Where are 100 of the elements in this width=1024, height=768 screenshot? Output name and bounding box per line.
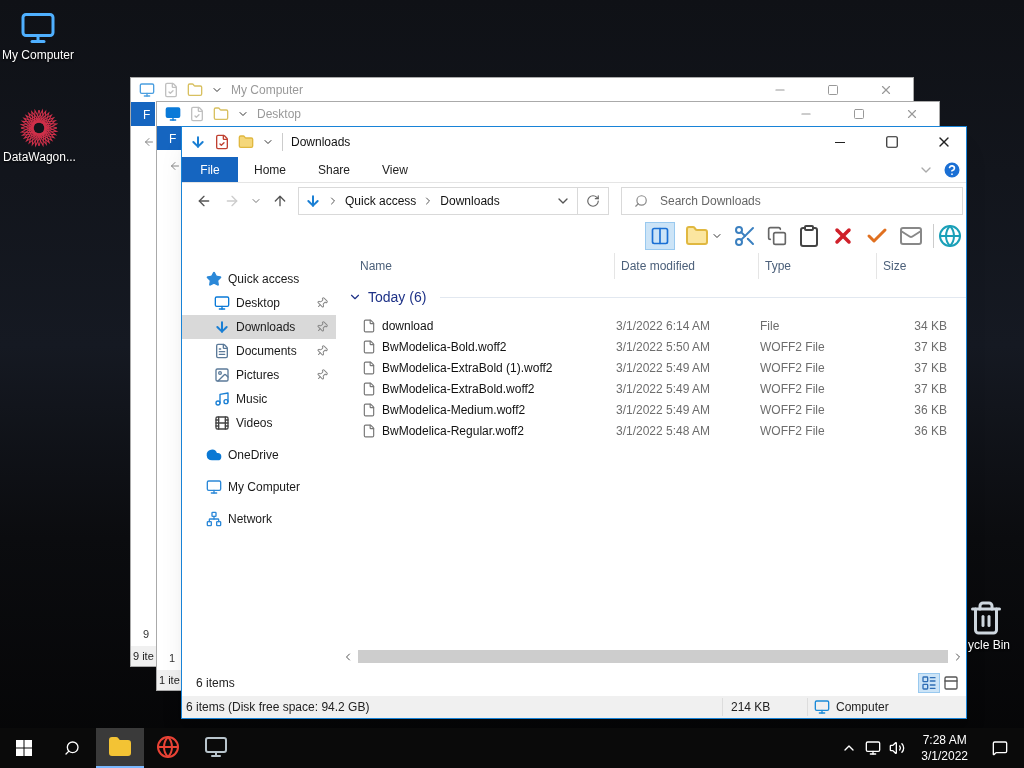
table-cell-text: WOFF2 File: [760, 359, 826, 377]
document-icon: [214, 343, 230, 359]
folder-icon[interactable]: [685, 224, 709, 248]
network-icon: [206, 511, 222, 527]
nav-item[interactable]: Network: [182, 507, 336, 531]
desktop-icon-label[interactable]: DataWagon...: [3, 148, 76, 166]
search-icon: [634, 194, 648, 208]
desktop-icon-label[interactable]: ycle Bin: [968, 636, 1011, 654]
table-cell-text: WOFF2 File: [760, 422, 826, 440]
copy-icon[interactable]: [767, 226, 787, 246]
envelope-icon[interactable]: [899, 224, 923, 248]
window-title: Downloads: [282, 133, 351, 151]
clock[interactable]: 7:28 AM 3/1/2022: [913, 732, 976, 764]
properties-icon[interactable]: [214, 134, 230, 150]
monitor-icon: [139, 82, 155, 98]
table-cell-text: 37 KB: [913, 359, 947, 377]
column-header[interactable]: Date modified: [614, 253, 758, 279]
film-icon: [214, 415, 230, 431]
properties-icon: [163, 82, 179, 98]
notifications-icon[interactable]: [992, 740, 1008, 756]
group-header[interactable]: Today (6): [368, 286, 427, 308]
star-pattern-icon: [19, 108, 60, 148]
item-count: 6 items: [196, 675, 235, 692]
close-icon[interactable]: [905, 107, 919, 121]
desktop-icon-label[interactable]: My Computer: [2, 46, 75, 64]
ribbon-tab[interactable]: Home: [238, 157, 302, 182]
up-icon[interactable]: [272, 193, 288, 209]
partial-tab[interactable]: F: [157, 126, 181, 150]
table-cell-text: 3/1/2022 5:49 AM: [616, 401, 712, 419]
cloud-icon: [206, 447, 222, 463]
nav-item[interactable]: Videos: [182, 411, 336, 435]
cut-icon[interactable]: [733, 224, 757, 248]
nav-item[interactable]: Quick access: [182, 267, 336, 291]
item-count: 1: [169, 650, 176, 666]
table-cell-text: 36 KB: [913, 401, 947, 419]
nav-item[interactable]: Desktop: [182, 291, 336, 315]
table-cell-text: File: [760, 317, 781, 335]
details-view-button[interactable]: [918, 673, 940, 693]
nav-item[interactable]: Music: [182, 387, 336, 411]
time-text: 7:28 AM: [922, 732, 967, 748]
ribbon-tab[interactable]: View: [366, 157, 424, 182]
monitor-icon: [165, 106, 181, 122]
browser-icon: [156, 735, 180, 759]
file-icon: [362, 359, 376, 376]
file-name[interactable]: BwModelica-ExtraBold (1).woff2: [382, 358, 553, 377]
network-status-icon[interactable]: [865, 740, 882, 756]
status-text: 1 ite: [159, 672, 180, 688]
column-header[interactable]: Name: [354, 253, 614, 279]
picture-icon: [214, 367, 230, 383]
file-name[interactable]: BwModelica-ExtraBold.woff2: [382, 379, 535, 398]
properties-icon: [189, 106, 205, 122]
file-icon: [362, 422, 376, 439]
table-cell-text: 36 KB: [913, 422, 947, 440]
item-count: 9: [143, 626, 150, 642]
file-name[interactable]: download: [382, 316, 434, 335]
search-field[interactable]: Search Downloads: [621, 187, 963, 215]
partial-tab[interactable]: F: [131, 102, 155, 126]
file-name[interactable]: BwModelica-Bold.woff2: [382, 337, 507, 356]
ribbon-tab[interactable]: Share: [302, 157, 367, 182]
column-header[interactable]: Type: [758, 253, 876, 279]
table-cell-text: 3/1/2022 5:50 AM: [616, 338, 712, 356]
table-cell-text: 37 KB: [913, 338, 947, 356]
preview-pane-button[interactable]: [645, 222, 675, 250]
minimize-icon: [835, 141, 845, 143]
folder-icon: [187, 82, 203, 98]
maximize-icon[interactable]: [853, 108, 865, 120]
breadcrumb[interactable]: Quick access: [345, 192, 417, 210]
table-cell-text: 3/1/2022 5:49 AM: [616, 380, 712, 398]
monitor-icon: [204, 735, 228, 759]
table-cell-text: 3/1/2022 5:48 AM: [616, 422, 712, 440]
nav-item[interactable]: My Computer: [182, 475, 336, 499]
table-cell-text: 37 KB: [913, 380, 947, 398]
address-bar[interactable]: Quick access Downloads: [298, 187, 578, 215]
globe-icon[interactable]: [933, 224, 962, 248]
folder-icon[interactable]: [238, 134, 254, 150]
nav-item[interactable]: Pictures: [182, 363, 336, 387]
paste-icon[interactable]: [797, 224, 821, 248]
file-name[interactable]: BwModelica-Regular.woff2: [382, 421, 524, 440]
nav-item[interactable]: Documents: [182, 339, 336, 363]
breadcrumb[interactable]: Downloads: [440, 192, 500, 210]
table-cell-text: 34 KB: [913, 317, 947, 335]
taskbar-app[interactable]: [96, 728, 144, 768]
maximize-icon: [885, 135, 899, 149]
ribbon-tab[interactable]: File: [182, 157, 238, 182]
close-icon[interactable]: [879, 83, 893, 97]
help-icon[interactable]: [942, 159, 962, 180]
volume-icon[interactable]: [889, 740, 906, 756]
table-cell-text: WOFF2 File: [760, 380, 826, 398]
search-input[interactable]: Search Downloads: [660, 192, 962, 210]
location-text: Computer: [836, 699, 889, 716]
column-header[interactable]: Size: [876, 253, 956, 279]
file-icon: [362, 401, 376, 418]
maximize-icon[interactable]: [827, 84, 839, 96]
back-icon[interactable]: [196, 193, 212, 209]
nav-item[interactable]: Downloads: [182, 315, 336, 339]
refresh-button[interactable]: [578, 187, 609, 215]
file-name[interactable]: BwModelica-Medium.woff2: [382, 400, 526, 419]
status-text: 6 items (Disk free space: 94.2 GB): [185, 699, 371, 716]
window-title: Desktop: [257, 106, 302, 123]
nav-item[interactable]: OneDrive: [182, 443, 336, 467]
